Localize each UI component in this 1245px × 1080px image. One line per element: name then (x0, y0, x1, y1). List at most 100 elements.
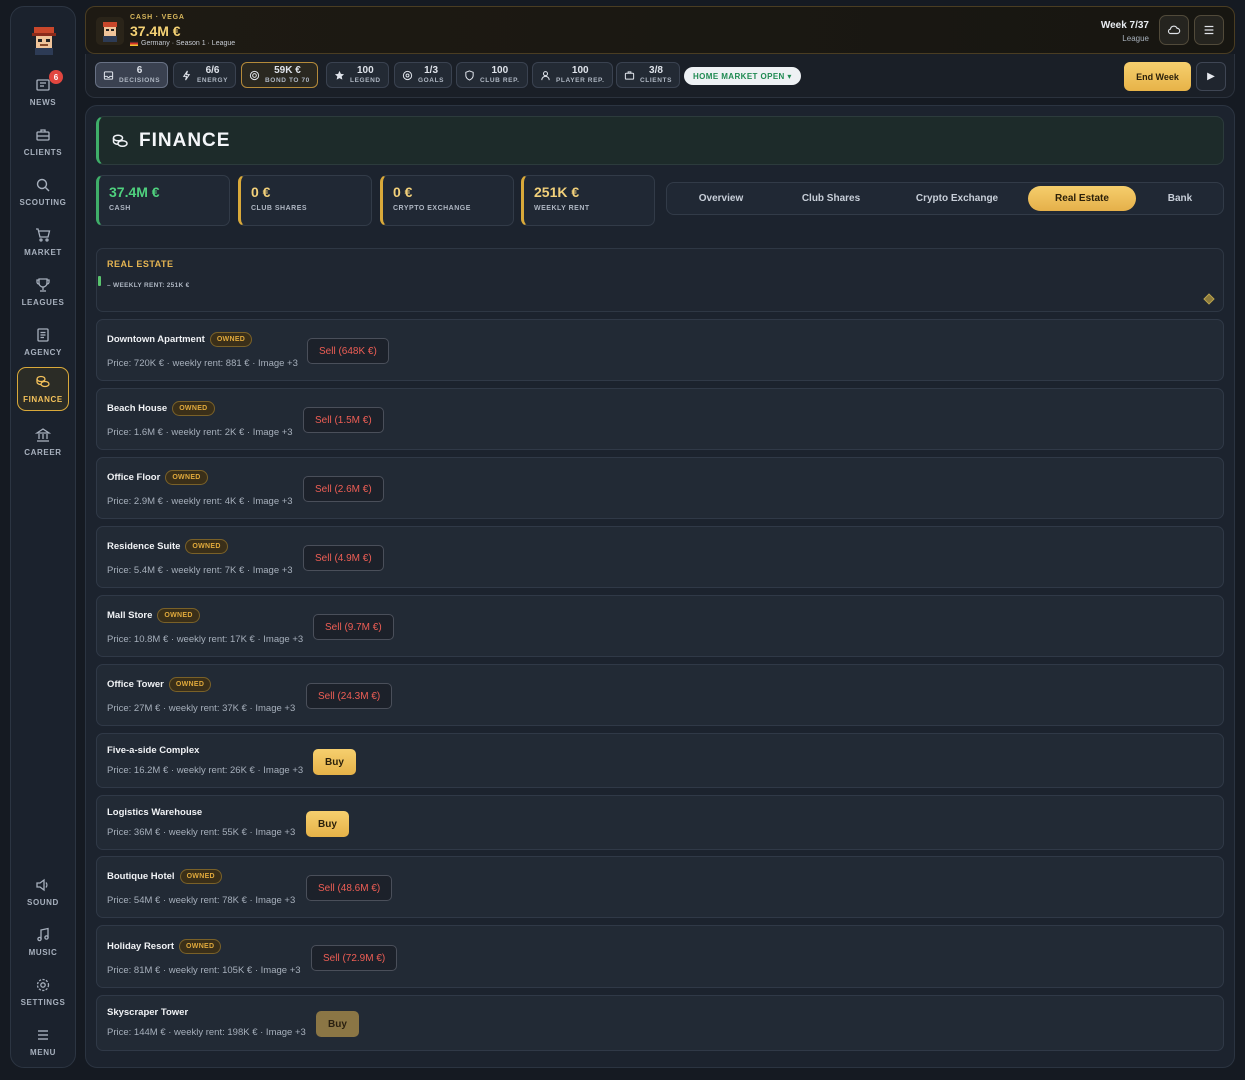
tab-real-estate[interactable]: Real Estate (1028, 186, 1136, 211)
property-card: Residence Suite OWNED Price: 5.4M € · we… (96, 526, 1224, 588)
property-info: Price: 16.2M € · weekly rent: 26K € · Im… (107, 765, 304, 776)
nav-leagues[interactable]: LEAGUES (17, 269, 69, 315)
kpi-value: 251K € (534, 184, 580, 200)
speaker-icon (36, 878, 48, 892)
stat-clients[interactable]: 3/8 CLIENTS (616, 62, 681, 88)
real-estate-summary: REAL ESTATE – WEEKLY RENT: 251K € (96, 248, 1224, 312)
cloud-save-button[interactable] (1159, 15, 1189, 45)
bank-icon (35, 428, 51, 442)
property-title: Mall Store OWNED (107, 608, 200, 623)
play-button[interactable]: ▶ (1196, 62, 1226, 91)
stat-value: 1/3 (424, 64, 439, 76)
nav-scouting[interactable]: SCOUTING (17, 169, 69, 215)
stat-value: 59K € (274, 64, 301, 76)
property-card: Holiday Resort OWNED Price: 81M € · week… (96, 925, 1224, 988)
goal-icon (402, 70, 413, 80)
cloud-icon (1167, 25, 1181, 35)
coins-icon (36, 375, 50, 388)
star-icon (334, 70, 345, 80)
nav-finance[interactable]: FINANCE (17, 367, 69, 411)
header-subtitle: Germany · Season 1 · League (130, 40, 235, 47)
kpi-value: 37.4M € (109, 184, 160, 200)
stat-value: 100 (571, 64, 589, 76)
profile-avatar[interactable] (96, 17, 124, 45)
property-card: Boutique Hotel OWNED Price: 54M € · week… (96, 856, 1224, 918)
nav-settings[interactable]: SETTINGS (17, 969, 69, 1015)
tab-crypto-exchange[interactable]: Crypto Exchange (902, 186, 1012, 211)
stat-value: 100 (491, 64, 509, 76)
property-title: Skyscraper Tower (107, 1007, 188, 1018)
property-card: Downtown Apartment OWNED Price: 720K € ·… (96, 319, 1224, 381)
stat-label: CLUB REP. (480, 76, 520, 84)
kpi-label: CRYPTO EXCHANGE (393, 205, 471, 212)
buy-button[interactable]: Buy (306, 811, 349, 837)
nav-career[interactable]: CAREER (17, 419, 69, 465)
property-info: Price: 27M € · weekly rent: 37K € · Imag… (107, 703, 296, 714)
stat-label: ENERGY (197, 76, 229, 84)
nav-menu[interactable]: MENU (17, 1019, 69, 1065)
sell-button[interactable]: Sell (648K €) (307, 338, 389, 364)
end-week-button[interactable]: End Week (1124, 62, 1191, 91)
property-title: Office Floor OWNED (107, 470, 208, 485)
season-info: Germany · Season 1 · League (141, 40, 236, 47)
home-market-dropdown[interactable]: HOME MARKET OPEN ▾ (684, 67, 801, 85)
property-info: Price: 81M € · weekly rent: 105K € · Ima… (107, 965, 301, 976)
rent-indicator-bar (98, 276, 101, 286)
stat-goals[interactable]: 1/3 GOALS (394, 62, 453, 88)
hamburger-icon (1204, 25, 1214, 35)
stat-bond[interactable]: 59K € BOND TO 70 (241, 62, 318, 88)
inbox-icon (103, 70, 114, 80)
header-menu-button[interactable] (1194, 15, 1224, 45)
stat-decisions[interactable]: 6 DECISIONS (95, 62, 169, 88)
nav-agency[interactable]: AGENCY (17, 319, 69, 365)
sell-button[interactable]: Sell (48.6M €) (306, 875, 393, 901)
property-title: Boutique Hotel OWNED (107, 869, 222, 884)
play-icon: ▶ (1207, 71, 1215, 82)
stat-label: CLIENTS (640, 76, 673, 84)
stat-player-reputation[interactable]: 100 PLAYER REP. (532, 62, 613, 88)
property-name: Skyscraper Tower (107, 1007, 189, 1018)
menu-icon (38, 1030, 48, 1040)
property-info: Price: 10.8M € · weekly rent: 17K € · Im… (107, 634, 304, 645)
stat-club-reputation[interactable]: 100 CLUB REP. (456, 62, 528, 88)
kpi-cash: 37.4M € CASH (96, 175, 230, 226)
buy-button[interactable]: Buy (316, 1011, 359, 1037)
property-card: Logistics Warehouse Price: 36M € · weekl… (96, 795, 1224, 850)
property-name: Holiday Resort (107, 941, 175, 952)
sell-button[interactable]: Sell (1.5M €) (303, 407, 384, 433)
property-name: Office Floor (107, 472, 161, 483)
sell-button[interactable]: Sell (2.6M €) (303, 476, 384, 502)
tab-club-shares[interactable]: Club Shares (785, 186, 877, 211)
kpi-crypto-exchange: 0 € CRYPTO EXCHANGE (380, 175, 514, 226)
buy-button[interactable]: Buy (313, 749, 356, 775)
sell-button[interactable]: Sell (4.9M €) (303, 545, 384, 571)
kpi-label: CLUB SHARES (251, 205, 308, 212)
sell-button[interactable]: Sell (9.7M €) (313, 614, 394, 640)
property-name: Downtown Apartment (107, 334, 205, 345)
week-indicator: Week 7/37 (1100, 20, 1149, 31)
shield-icon (465, 69, 474, 81)
stat-energy[interactable]: 6/6 ENERGY (173, 62, 237, 88)
property-name: Logistics Warehouse (107, 807, 203, 818)
page-title: FINANCE (139, 129, 231, 151)
property-info: Price: 2.9M € · weekly rent: 4K € · Imag… (107, 496, 293, 507)
bolt-icon (182, 70, 191, 80)
nav-market[interactable]: MARKET (17, 219, 69, 265)
stat-legend[interactable]: 100 LEGEND (326, 62, 389, 88)
trophy-icon (36, 278, 50, 292)
owned-badge: OWNED (157, 608, 200, 623)
cart-icon (36, 228, 51, 242)
nav-clients[interactable]: CLIENTS (17, 119, 69, 165)
nav-sound[interactable]: SOUND (17, 869, 69, 915)
tab-bank[interactable]: Bank (1150, 186, 1210, 211)
sell-button[interactable]: Sell (24.3M €) (306, 683, 393, 709)
nav-label: AGENCY (24, 348, 62, 357)
document-icon (37, 328, 49, 342)
nav-label: NEWS (29, 98, 57, 107)
nav-news[interactable]: NEWS 6 (17, 69, 69, 115)
tab-overview[interactable]: Overview (682, 186, 760, 211)
sell-button[interactable]: Sell (72.9M €) (311, 945, 398, 971)
nav-music[interactable]: MUSIC (17, 919, 69, 965)
property-title: Beach House OWNED (107, 401, 215, 416)
week-competition: League (1122, 34, 1149, 43)
